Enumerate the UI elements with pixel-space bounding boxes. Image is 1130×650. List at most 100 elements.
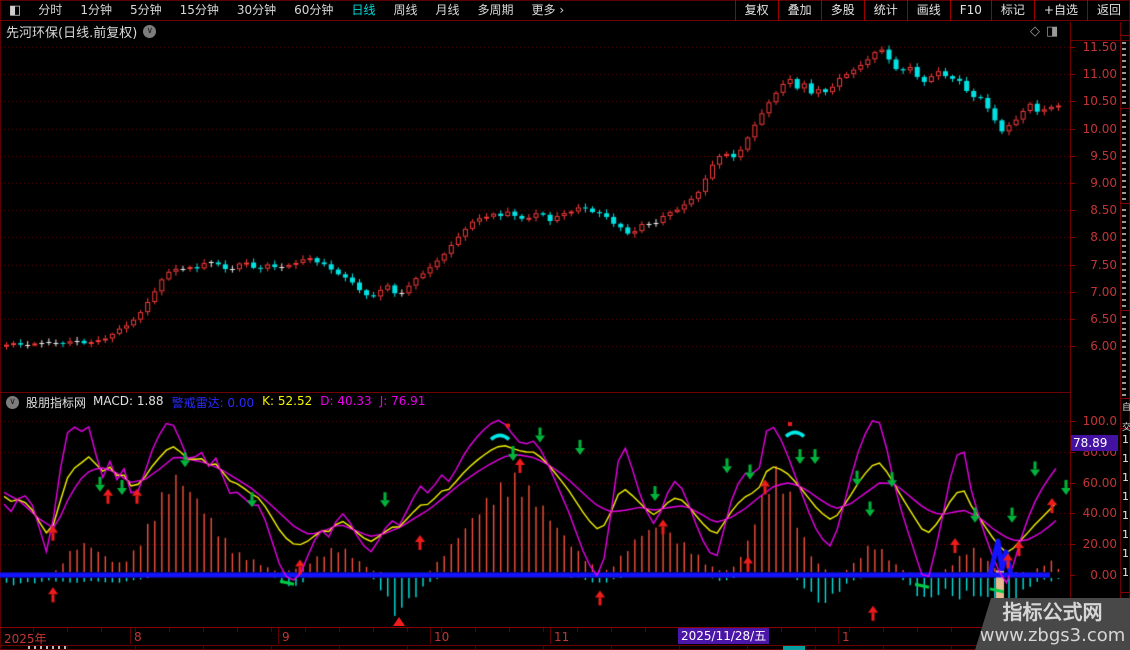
toolbar-item-8[interactable]: +自选 [1034, 0, 1087, 21]
period-tab-8[interactable]: 周线 [384, 0, 426, 21]
price-axis-label: 8.50 [1073, 203, 1117, 217]
price-axis-label: 11.50 [1073, 40, 1117, 54]
indicator-axis-tick [1070, 544, 1075, 545]
strip-cropped-digit: 1 [1122, 434, 1129, 446]
indicator-values: MACD: 1.88警戒雷达: 0.00K: 52.52D: 40.33J: 7… [93, 394, 425, 411]
last-value-badge: 78.89 [1071, 435, 1118, 451]
toolbar-item-9[interactable]: 返回 [1087, 0, 1130, 21]
cursor-date-box: 2025/11/28/五 [678, 628, 769, 644]
strip-glyph-fragment [1122, 207, 1126, 307]
indicator-axis-tick [1070, 421, 1075, 422]
indicator-value-2: 警戒雷达: 0.00 [172, 394, 255, 411]
toolbar-item-3[interactable]: 多股 [821, 0, 864, 21]
indicator-panel-canvas[interactable] [0, 412, 1070, 626]
price-axis-label: 9.50 [1073, 149, 1117, 163]
price-axis-tick [1070, 346, 1075, 347]
trading-terminal-window: ◧ 分时1分钟5分钟15分钟30分钟60分钟日线周线月线多周期更多 › 复权叠加… [0, 0, 1130, 650]
strip-cropped-digit: 1 [1122, 548, 1129, 560]
strip-cropped-char: 自 [1122, 403, 1130, 413]
price-axis-tick [1070, 319, 1075, 320]
indicator-header: ∨ 股朋指标网 MACD: 1.88警戒雷达: 0.00K: 52.52D: 4… [0, 394, 1070, 411]
main-chart-canvas[interactable] [0, 28, 1070, 392]
timeline-month-label: 1 [842, 630, 850, 644]
price-axis-label: 7.50 [1073, 258, 1117, 272]
bottom-grey-fragment [28, 646, 68, 649]
period-tab-5[interactable]: 30分钟 [228, 0, 285, 21]
strip-cropped-digit: 1 [1122, 567, 1129, 579]
indicator-axis-label: 100.0 [1073, 414, 1117, 428]
strip-glyph-fragment [1122, 112, 1126, 200]
period-tab-1[interactable]: 分时 [29, 0, 71, 21]
timeline-month-label: 10 [434, 630, 449, 644]
price-axis-tick [1070, 101, 1075, 102]
toolbar-item-1[interactable]: 复权 [735, 0, 778, 21]
timeline-event-marker [393, 617, 405, 626]
strip-cropped-char: 交 [1122, 423, 1130, 433]
panel-separator [0, 392, 1070, 393]
price-axis-tick [1070, 74, 1075, 75]
bottom-cropped-row [0, 645, 1070, 650]
indicator-value-3: K: 52.52 [262, 394, 312, 411]
period-tab-2[interactable]: 1分钟 [71, 0, 121, 21]
toolbar-item-5[interactable]: 画线 [907, 0, 950, 21]
indicator-name[interactable]: 股朋指标网 [26, 394, 86, 411]
price-axis-tick [1070, 292, 1075, 293]
price-axis-tick [1070, 237, 1075, 238]
strip-cropped-digit: 1 [1122, 472, 1129, 484]
indicator-axis-label: 20.00 [1073, 537, 1117, 551]
timeline-month-divider [838, 628, 839, 644]
timeline-month-divider [550, 628, 551, 644]
indicator-axis-tick [1070, 483, 1075, 484]
timeline-month-divider [430, 628, 431, 644]
timeline-month-divider [278, 628, 279, 644]
strip-divider [1121, 310, 1130, 311]
indicator-value-4: D: 40.33 [320, 394, 371, 411]
price-axis-label: 8.00 [1073, 230, 1117, 244]
timeline-month-label: 11 [554, 630, 569, 644]
price-axis-tick [1070, 183, 1075, 184]
cropped-quote-panel-strip[interactable]: 自交11111111 [1121, 22, 1130, 650]
indicator-axis-label: 40.00 [1073, 506, 1117, 520]
price-axis-label: 10.00 [1073, 122, 1117, 136]
toolbar-item-6[interactable]: F10 [950, 0, 991, 21]
price-axis-label: 9.00 [1073, 176, 1117, 190]
indicator-axis-label: 0.00 [1073, 568, 1117, 582]
strip-divider [1121, 398, 1130, 399]
watermark-title: 指标公式网 [975, 599, 1130, 625]
price-axis-tick [1070, 265, 1075, 266]
strip-glyph-fragment [1122, 314, 1126, 396]
collapse-indicator-icon[interactable]: ∨ [6, 396, 19, 409]
period-tab-7[interactable]: 日线 [342, 0, 384, 21]
timeline-axis[interactable]: 2025年 8910111 2025/11/28/五 [0, 627, 1070, 644]
price-axis-tick [1070, 156, 1075, 157]
period-tab-6[interactable]: 60分钟 [285, 0, 342, 21]
indicator-axis-tick [1070, 513, 1075, 514]
price-axis-label: 6.50 [1073, 312, 1117, 326]
toolbar-actions: 复权叠加多股统计画线F10标记+自选返回 [735, 0, 1130, 21]
strip-divider [1121, 592, 1130, 593]
indicator-value-5: J: 76.91 [380, 394, 426, 411]
price-axis-label: 11.00 [1073, 67, 1117, 81]
period-tab-4[interactable]: 15分钟 [171, 0, 228, 21]
price-axis-tick [1070, 47, 1075, 48]
strip-cropped-digit: 1 [1122, 510, 1129, 522]
strip-cropped-digit: 1 [1122, 529, 1129, 541]
period-tab-3[interactable]: 5分钟 [121, 0, 171, 21]
timeline-month-label: 9 [282, 630, 290, 644]
period-tab-10[interactable]: 多周期 [468, 0, 522, 21]
period-tab-11[interactable]: 更多 › [523, 0, 574, 21]
top-menu-bar: ◧ 分时1分钟5分钟15分钟30分钟60分钟日线周线月线多周期更多 › 复权叠加… [0, 0, 1130, 21]
price-axis-label: 10.50 [1073, 94, 1117, 108]
toolbar-item-4[interactable]: 统计 [864, 0, 907, 21]
bottom-cyan-fragment [783, 646, 805, 650]
strip-glyph-fragment [1122, 38, 1126, 104]
toolbar-item-7[interactable]: 标记 [991, 0, 1034, 21]
strip-cropped-digit: 1 [1122, 453, 1129, 465]
price-axis-tick [1070, 210, 1075, 211]
window-split-icon[interactable]: ◧ [9, 0, 21, 21]
toolbar-item-2[interactable]: 叠加 [778, 0, 821, 21]
watermark-url: www.zbgs3.com [975, 625, 1130, 647]
period-tab-9[interactable]: 月线 [426, 0, 468, 21]
strip-divider [1121, 203, 1130, 204]
strip-divider [1121, 108, 1130, 109]
